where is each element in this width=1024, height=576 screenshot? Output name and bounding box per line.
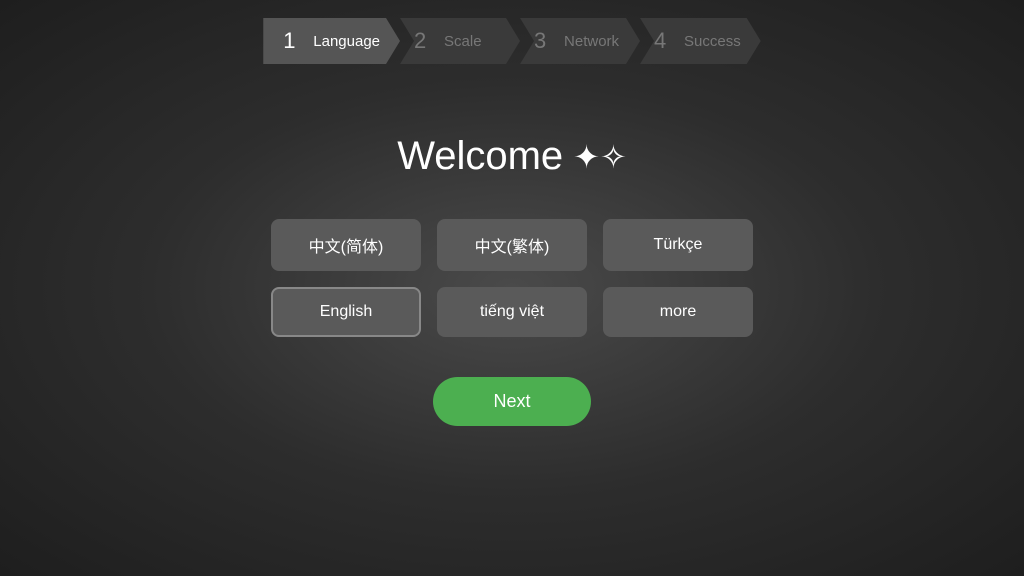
welcome-text: Welcome (397, 134, 563, 179)
step-1-number: 1 (283, 28, 305, 54)
step-2-scale: 2 Scale (400, 18, 520, 64)
step-1-language[interactable]: 1 Language (263, 18, 400, 64)
language-button-more[interactable]: more (603, 287, 753, 337)
language-button-zh-hans[interactable]: 中文(简体) (271, 219, 421, 271)
step-2-label: Scale (444, 33, 482, 50)
stepper: 1 Language 2 Scale 3 Network 4 Success (263, 18, 760, 64)
language-button-en[interactable]: English (271, 287, 421, 337)
step-3-network: 3 Network (520, 18, 640, 64)
step-3-label: Network (564, 33, 619, 50)
step-4-label: Success (684, 33, 741, 50)
step-2-number: 2 (414, 28, 436, 54)
language-button-zh-hant[interactable]: 中文(繁体) (437, 219, 587, 271)
step-3-number: 3 (534, 28, 556, 54)
step-4-success: 4 Success (640, 18, 761, 64)
language-grid: 中文(简体) 中文(繁体) Türkçe English tiếng việt … (271, 219, 753, 337)
welcome-section: Welcome ✦✧ 中文(简体) 中文(繁体) Türkçe English … (271, 134, 753, 426)
language-button-vi[interactable]: tiếng việt (437, 287, 587, 337)
next-button[interactable]: Next (433, 377, 590, 426)
step-1-label: Language (313, 33, 380, 50)
welcome-title: Welcome ✦✧ (397, 134, 627, 179)
language-button-tr[interactable]: Türkçe (603, 219, 753, 271)
step-4-number: 4 (654, 28, 676, 54)
sparkle-icon: ✦✧ (573, 138, 627, 176)
